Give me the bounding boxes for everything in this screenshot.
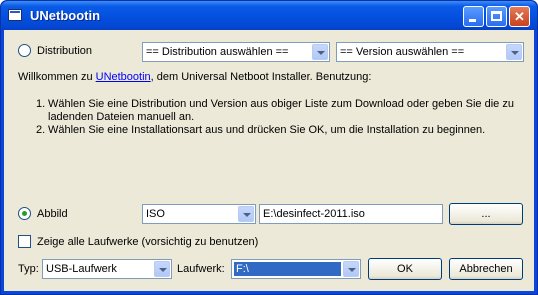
close-icon: ✕ (514, 8, 525, 24)
chevron-down-icon[interactable] (238, 206, 254, 222)
show-all-drives-label: Zeige alle Laufwerke (vorsichtig zu benu… (37, 236, 259, 248)
drive-select-value: F:\ (234, 262, 341, 276)
version-select-value: == Version auswählen == (340, 46, 465, 58)
instructions-list: 1. Wählen Sie eine Distribution und Vers… (36, 98, 531, 137)
drive-select[interactable]: F:\ (231, 259, 361, 279)
cancel-button[interactable]: Abbrechen (449, 258, 523, 280)
distribution-label: Distribution (37, 45, 93, 57)
chevron-down-icon[interactable] (154, 261, 170, 277)
instruction-step: 1. Wählen Sie eine Distribution und Vers… (36, 98, 514, 123)
app-window: UNetbootin ✕ Distribution == Distributio… (0, 0, 538, 295)
chevron-down-icon[interactable] (506, 44, 522, 60)
distribution-select-value: == Distribution auswählen == (146, 46, 289, 58)
maximize-icon (491, 11, 502, 21)
app-icon (8, 9, 22, 21)
install-type-select[interactable]: USB-Laufwerk (42, 259, 172, 279)
maximize-button[interactable] (486, 6, 507, 27)
ok-button[interactable]: OK (368, 258, 442, 280)
version-select[interactable]: == Version auswählen == (336, 42, 524, 62)
iso-path-input[interactable]: E:\desinfect-2011.iso (259, 204, 443, 224)
image-type-value: ISO (146, 208, 165, 220)
diskimage-label: Abbild (37, 208, 68, 220)
dialog-body: Distribution == Distribution auswählen =… (4, 30, 534, 291)
show-all-drives-checkbox[interactable] (18, 235, 31, 248)
browse-button[interactable]: ... (449, 203, 523, 225)
drive-label: Laufwerk: (177, 263, 225, 275)
image-type-select[interactable]: ISO (142, 204, 256, 224)
distribution-radio[interactable] (18, 44, 31, 57)
distribution-select[interactable]: == Distribution auswählen == (142, 42, 330, 62)
welcome-text: Willkommen zu UNetbootin, dem Universal … (18, 71, 372, 83)
window-title: UNetbootin (30, 8, 101, 23)
close-button[interactable]: ✕ (509, 6, 530, 27)
title-bar[interactable]: UNetbootin ✕ (1, 1, 537, 30)
type-label: Typ: (18, 263, 39, 275)
instruction-step: 2. Wählen Sie eine Installationsart aus … (36, 124, 486, 136)
unetbootin-link[interactable]: UNetbootin (96, 71, 151, 83)
diskimage-radio[interactable] (18, 207, 31, 220)
chevron-down-icon[interactable] (312, 44, 328, 60)
minimize-button[interactable] (463, 6, 484, 27)
minimize-icon (469, 19, 476, 22)
chevron-down-icon[interactable] (343, 261, 359, 277)
install-type-value: USB-Laufwerk (46, 263, 117, 275)
